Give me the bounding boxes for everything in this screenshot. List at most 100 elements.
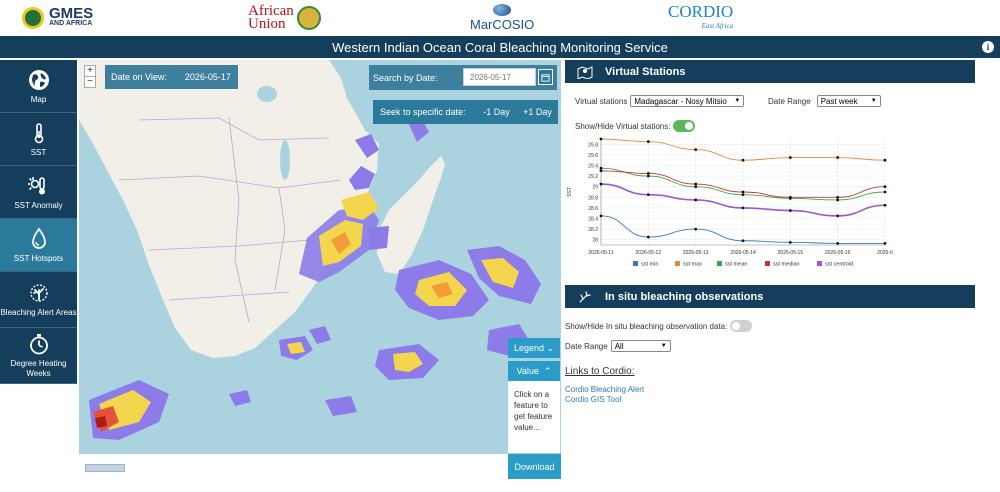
sidebar: Map SST SST Anomaly SST Hotspots Bleachi… bbox=[0, 60, 77, 396]
sidebar-item-bleaching-alert-areas[interactable]: Bleaching Alert Areas bbox=[0, 272, 77, 328]
chart-point bbox=[599, 214, 603, 218]
chart-point bbox=[741, 206, 745, 210]
insitu-date-range-label: Date Range bbox=[565, 341, 608, 351]
chart-point bbox=[836, 195, 840, 199]
value-panel: Click on a feature to get feature value.… bbox=[508, 381, 560, 453]
africa-landmass bbox=[79, 60, 379, 358]
chart-y-tick-label: 29.2 bbox=[588, 174, 598, 180]
chart-point bbox=[883, 203, 887, 207]
insitu-toggle-row: Show/Hide In situ bleaching observation … bbox=[565, 320, 753, 332]
chart-point bbox=[646, 140, 650, 144]
chart-y-tick-label: 28.8 bbox=[588, 195, 598, 201]
insitu-toggle-label: Show/Hide In situ bleaching observation … bbox=[565, 321, 728, 331]
chart-point bbox=[883, 190, 887, 194]
cordio-gis-tool-link[interactable]: Cordio GIS Tool bbox=[565, 395, 621, 404]
chart-point bbox=[646, 174, 650, 178]
virtual-stations-header: Virtual Stations bbox=[565, 60, 975, 83]
marcosio-logo: MarCOSIO bbox=[470, 4, 534, 32]
chart-point bbox=[788, 195, 792, 199]
coral-icon bbox=[29, 284, 48, 302]
sidebar-item-map[interactable]: Map bbox=[0, 60, 77, 113]
chart-y-tick-label: 28 bbox=[592, 238, 598, 244]
map-view[interactable]: + − Date on View: 2026-05-17 Search by D… bbox=[79, 60, 561, 479]
legend-button[interactable]: Legend ⌄ bbox=[508, 338, 560, 358]
chevron-down-icon: ⌄ bbox=[546, 342, 555, 353]
search-by-date-label: Search by Date: bbox=[373, 72, 438, 83]
coral-branch-icon bbox=[565, 285, 605, 308]
sidebar-item-sst[interactable]: SST bbox=[0, 113, 77, 166]
chart-point bbox=[788, 209, 792, 212]
search-by-date-box: Search by Date: bbox=[369, 65, 557, 90]
cordio-bleaching-alert-link[interactable]: Cordio Bleaching Alert bbox=[565, 385, 644, 394]
chart-legend-label: sst min bbox=[641, 262, 658, 268]
sidebar-item-degree-heating-weeks[interactable]: Degree Heating Weeks bbox=[0, 328, 77, 384]
vs-toggle-row: Show/Hide Virtual stations: bbox=[575, 120, 696, 132]
plus-one-day-button[interactable]: +1 Day bbox=[517, 107, 558, 117]
gmes-logo: GMES AND AFRICA bbox=[22, 4, 93, 32]
chart-point bbox=[599, 137, 603, 141]
cordio-logo: CORDIO East Africa bbox=[668, 2, 734, 30]
chart-x-tick-label: 2026-05-14 bbox=[730, 250, 756, 256]
value-button[interactable]: Value ⌃ bbox=[508, 361, 560, 381]
chart-legend-label: sst max bbox=[683, 262, 702, 268]
chart-point bbox=[599, 166, 603, 170]
time-slider[interactable] bbox=[85, 464, 125, 472]
sst-line-chart: 28 28.2 28.4 28.6 28.8 29 29.2 29.4 29.6 29.8 2026… bbox=[567, 137, 893, 268]
chart-legend-swatch bbox=[765, 261, 770, 266]
chart-point bbox=[741, 190, 745, 194]
chart-legend-swatch bbox=[675, 261, 680, 266]
chart-y-tick-label: 29.8 bbox=[588, 142, 598, 148]
madagascar-landmass bbox=[377, 156, 445, 274]
globe-icon bbox=[28, 69, 49, 90]
date-on-view-value: 2026-05-17 bbox=[184, 72, 231, 82]
vs-date-range-select[interactable]: Past week ▼ bbox=[816, 95, 881, 107]
chart-legend-swatch bbox=[633, 261, 638, 266]
chart-y-tick-label: 29.6 bbox=[588, 153, 598, 159]
chart-x-tick-label: 2026-05-16 bbox=[825, 250, 851, 256]
chart-legend-label: sst mean bbox=[725, 262, 747, 268]
download-button[interactable]: Download bbox=[508, 454, 561, 479]
insitu-date-range-select[interactable]: All ▼ bbox=[610, 340, 671, 352]
chart-legend-swatch bbox=[717, 261, 722, 266]
lake-victoria bbox=[257, 86, 277, 102]
zoom-out-button[interactable]: − bbox=[84, 76, 96, 88]
sidebar-item-sst-anomaly[interactable]: SST Anomaly bbox=[0, 166, 77, 219]
sidebar-item-sst-hotspots[interactable]: SST Hotspots bbox=[0, 219, 77, 272]
chart-legend-swatch bbox=[817, 261, 822, 266]
chart-point bbox=[883, 242, 887, 245]
info-icon[interactable]: i bbox=[982, 41, 994, 53]
african-union-emblem-icon bbox=[296, 6, 321, 30]
stopwatch-icon bbox=[29, 334, 48, 355]
insitu-title: In situ bleaching observations bbox=[605, 290, 764, 303]
chart-point bbox=[836, 242, 840, 245]
chart-x-tick-label: 2026-05-13 bbox=[683, 250, 709, 256]
chart-point bbox=[883, 158, 887, 162]
chart-point bbox=[694, 182, 698, 186]
chart-x-tick-label: 2026-0 bbox=[877, 250, 893, 256]
chevron-down-icon: ▼ bbox=[660, 343, 667, 349]
chart-legend-label: sst median bbox=[773, 262, 800, 268]
vs-date-range-row: Date Range Past week ▼ bbox=[768, 95, 881, 107]
map-footer bbox=[79, 454, 508, 479]
chart-point bbox=[694, 227, 698, 231]
date-on-view-box: Date on View: 2026-05-17 bbox=[105, 65, 238, 89]
chevron-down-icon: ▼ bbox=[870, 98, 877, 104]
vs-toggle-label: Show/Hide Virtual stations: bbox=[575, 121, 671, 131]
calendar-icon[interactable] bbox=[538, 69, 553, 85]
chart-point bbox=[836, 214, 840, 218]
lake-malawi bbox=[280, 140, 290, 180]
virtual-station-row: Virtual stations Madagascar - Nosy Mitsi… bbox=[575, 95, 745, 107]
virtual-station-select[interactable]: Madagascar - Nosy Mitsio ▼ bbox=[630, 95, 745, 107]
page-title: Western Indian Ocean Coral Bleaching Mon… bbox=[332, 39, 668, 55]
chart-point bbox=[836, 156, 840, 159]
chart-x-tick-label: 2026-05-15 bbox=[778, 250, 804, 256]
chart-legend-label: sst centroid bbox=[825, 262, 853, 268]
chevron-down-icon: ▼ bbox=[734, 98, 741, 104]
minus-one-day-button[interactable]: -1 Day bbox=[476, 107, 517, 117]
insitu-toggle-switch[interactable] bbox=[730, 320, 753, 332]
vs-toggle-switch[interactable] bbox=[673, 120, 696, 132]
search-date-input[interactable] bbox=[463, 68, 536, 86]
map-pin-icon bbox=[565, 60, 605, 83]
chart-x-tick-label: 2026-05-12 bbox=[636, 250, 662, 256]
chart-point bbox=[599, 169, 603, 173]
